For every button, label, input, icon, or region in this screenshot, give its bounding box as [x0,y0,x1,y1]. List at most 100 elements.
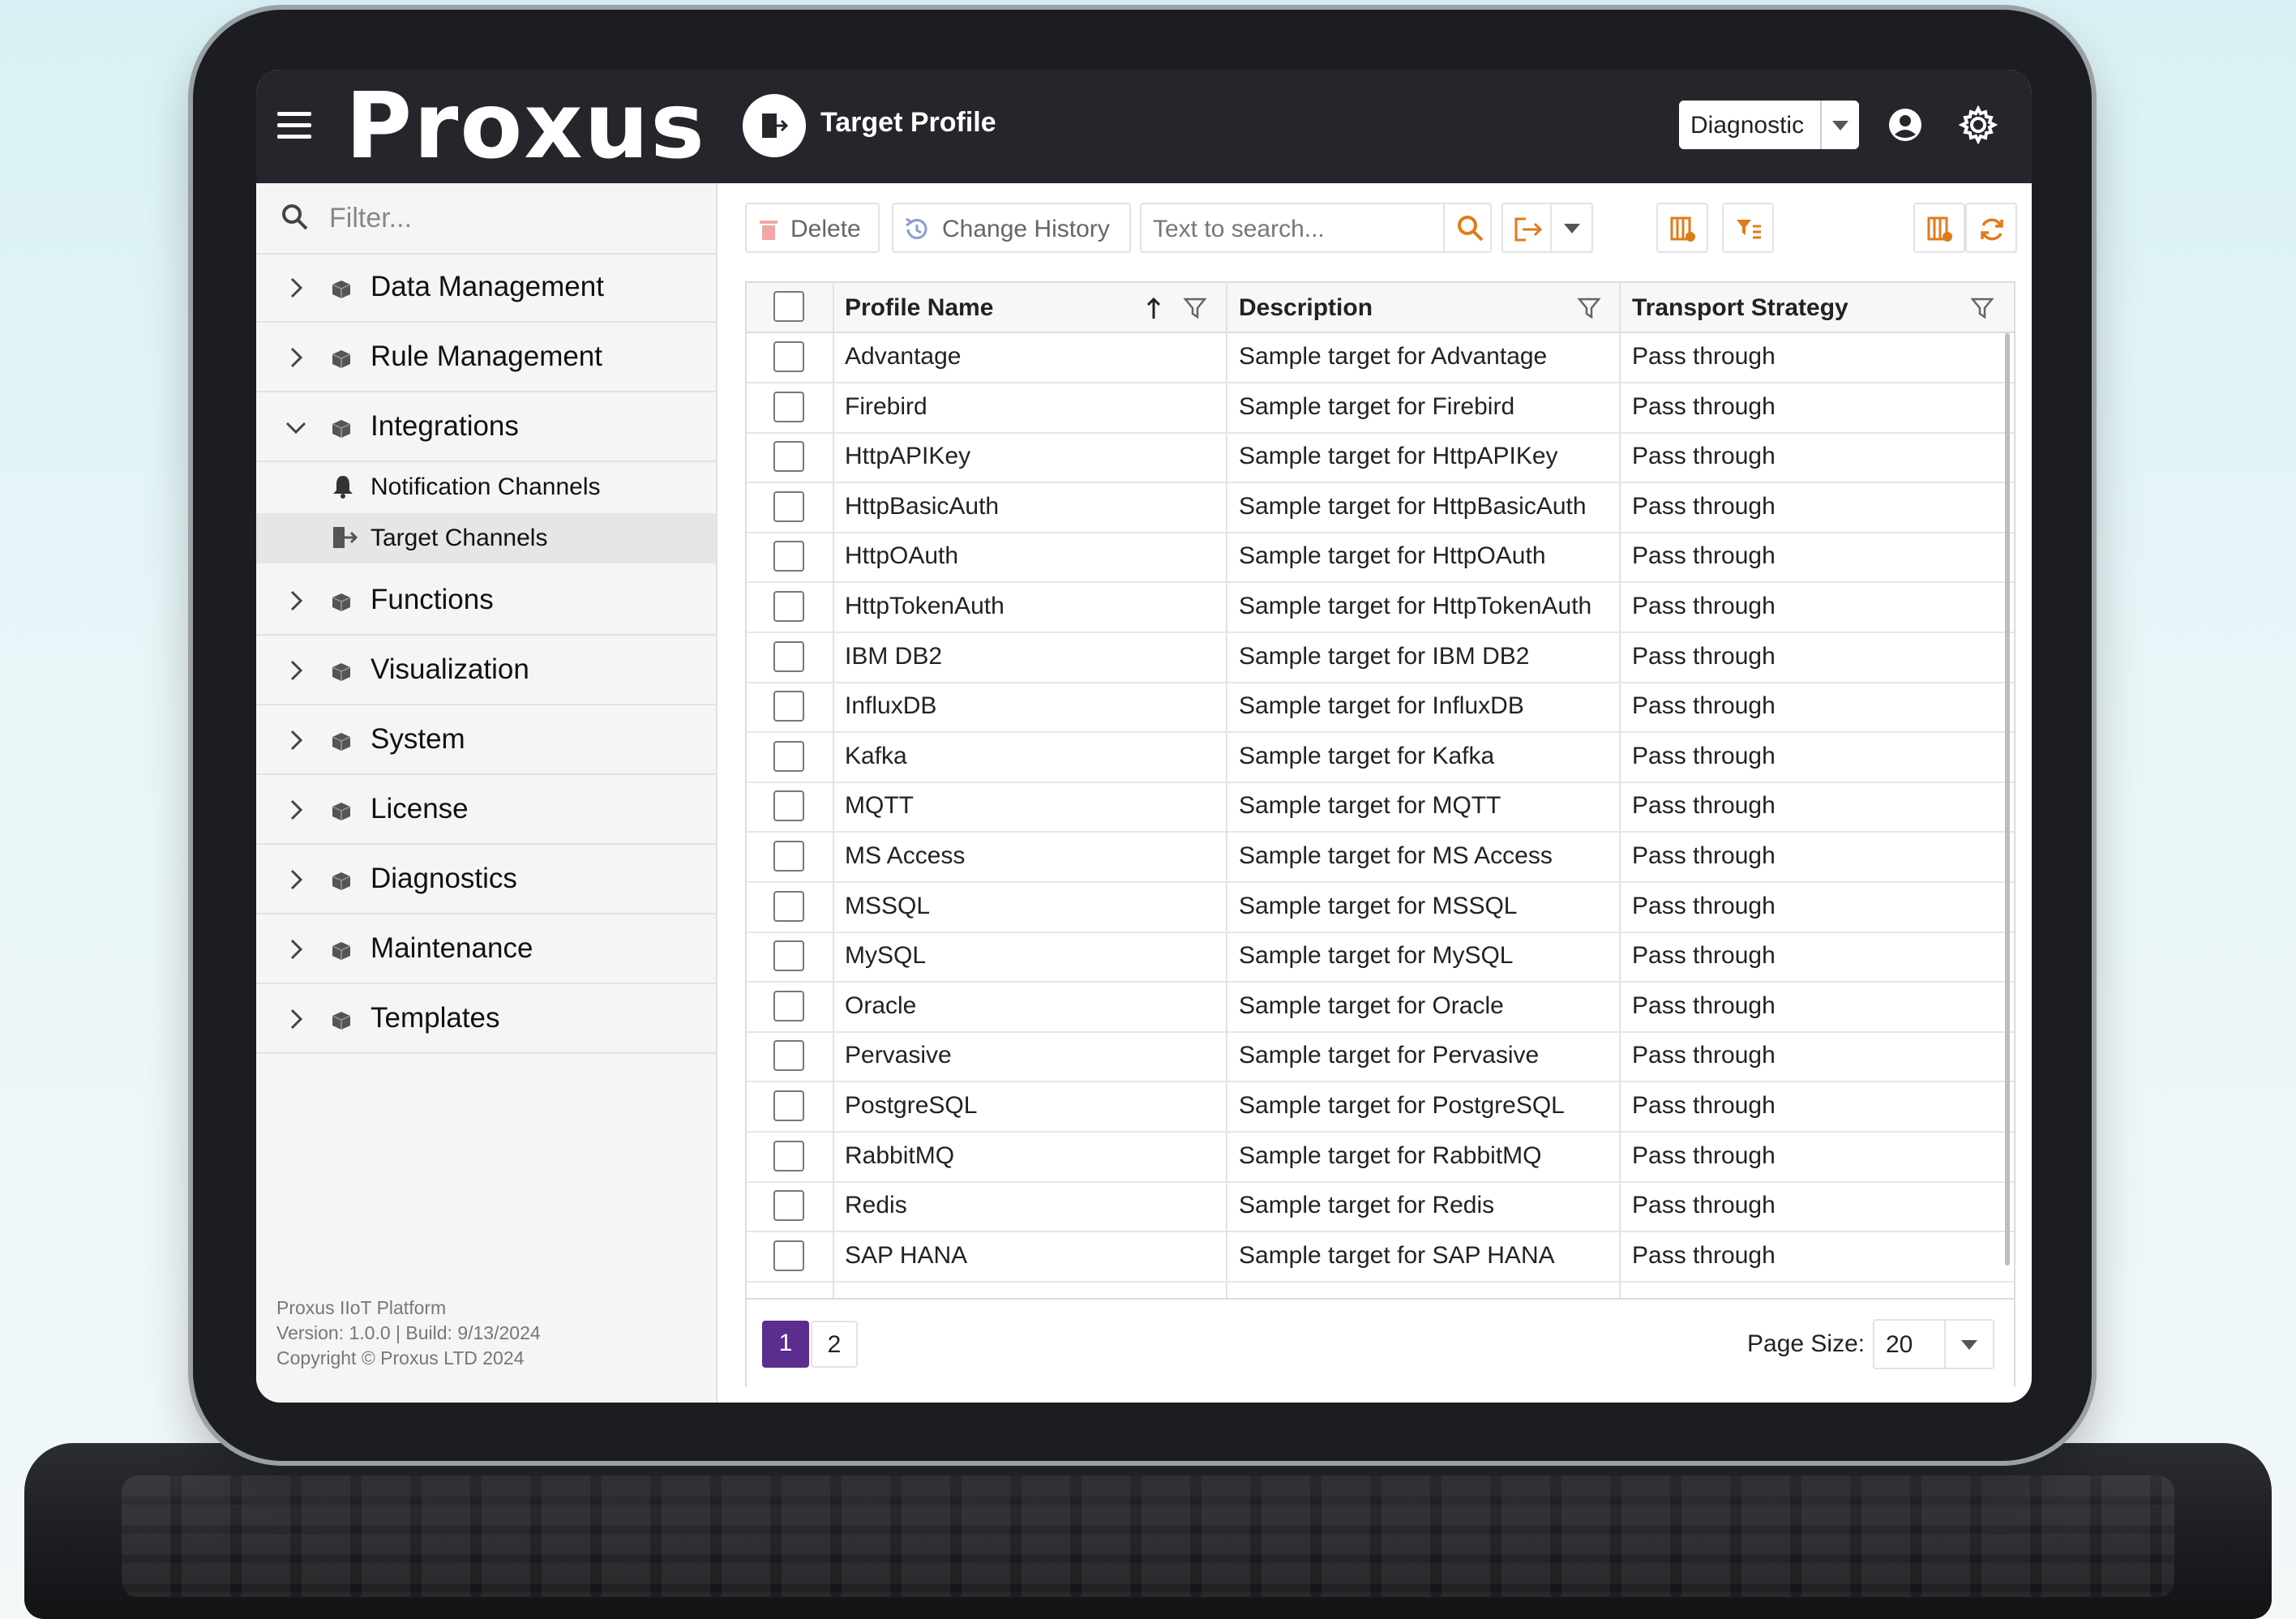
cell-transport-strategy: Pass through [1632,642,1776,670]
row-checkbox[interactable] [773,1190,804,1222]
table-row[interactable]: MySQL Sample target for MySQL Pass through [747,932,2014,983]
row-checkbox[interactable] [773,441,804,473]
gear-icon[interactable] [1958,105,1998,148]
sidebar-item-data-management[interactable]: Data Management [256,253,716,323]
row-checkbox[interactable] [773,940,804,972]
cube-icon [331,662,352,687]
sidebar-subitem-label: Notification Channels [371,473,601,500]
row-checkbox[interactable] [773,640,804,672]
sidebar-item-license[interactable]: License [256,775,716,845]
hamburger-menu-icon[interactable] [277,112,311,141]
table-row[interactable]: HttpAPIKey Sample target for HttpAPIKey Pa… [747,433,2014,484]
table-row[interactable]: InfluxDB Sample target for InfluxDB Pass t… [747,683,2014,734]
page-button-2[interactable]: 2 [811,1321,858,1368]
sidebar-item-rule-management[interactable]: Rule Management [256,323,716,392]
sidebar-item-diagnostics[interactable]: Diagnostics [256,845,716,914]
sidebar-item-integrations[interactable]: Integrations [256,392,716,462]
page-size-value: 20 [1886,1331,1913,1358]
search-divider [1443,204,1445,251]
table-row[interactable]: PostgreSQL Sample target for PostgreSQL Pa… [747,1082,2014,1133]
search-input[interactable]: Text to search... [1140,203,1492,253]
chevron-right-icon[interactable] [284,589,308,617]
sort-ascending-icon[interactable] [1146,296,1162,320]
cell-description: Sample target for Oracle [1239,992,1504,1019]
export-button[interactable] [1501,203,1593,253]
chevron-right-icon[interactable] [284,867,308,896]
cell-description: Sample target for Redis [1239,1192,1495,1219]
table-row[interactable]: MSSQL Sample target for MSSQL Pass through [747,883,2014,933]
row-checkbox[interactable] [773,990,804,1022]
chevron-down-icon[interactable] [1564,224,1580,233]
cell-profile-name: Redis [845,1192,907,1219]
row-checkbox[interactable] [773,1040,804,1072]
history-icon [906,217,927,239]
column-header-profile-name[interactable]: Profile Name [845,294,993,322]
chevron-right-icon[interactable] [284,937,308,966]
cell-profile-name: PostgreSQL [845,1092,978,1119]
select-all-checkbox[interactable] [773,291,804,322]
column-header-transport-strategy[interactable]: Transport Strategy [1632,294,1848,322]
filter-builder-button[interactable] [1722,203,1774,253]
column-header-description[interactable]: Description [1239,294,1373,322]
mode-select[interactable]: Diagnostic [1679,101,1859,149]
row-checkbox[interactable] [773,541,804,572]
row-checkbox[interactable] [773,691,804,722]
search-icon[interactable] [1456,214,1485,243]
chevron-right-icon[interactable] [284,798,308,826]
table-row[interactable]: Advantage Sample target for Advantage Pass… [747,333,2014,383]
filter-icon[interactable] [1577,296,1601,320]
row-checkbox[interactable] [773,391,804,422]
row-checkbox[interactable] [773,490,804,522]
row-checkbox[interactable] [773,1140,804,1171]
row-checkbox[interactable] [773,890,804,922]
column-chooser-button[interactable] [1913,203,1965,253]
chevron-right-icon[interactable] [284,1007,308,1035]
sidebar-item-visualization[interactable]: Visualization [256,636,716,705]
table-row[interactable]: MS Access Sample target for MS Access Pass… [747,833,2014,883]
chevron-right-icon[interactable] [284,658,308,687]
table-row[interactable]: Redis Sample target for Redis Pass through [747,1182,2014,1233]
row-checkbox[interactable] [773,341,804,372]
chevron-right-icon[interactable] [284,345,308,374]
sidebar-item-functions[interactable]: Functions [256,566,716,636]
refresh-button[interactable] [1965,203,2017,253]
page-button-1[interactable]: 1 [762,1321,809,1368]
grid-scrollbar[interactable] [2005,333,2010,1266]
row-checkbox[interactable] [773,591,804,622]
user-icon[interactable] [1887,107,1923,147]
row-checkbox[interactable] [773,1240,804,1271]
row-checkbox[interactable] [773,841,804,872]
sidebar-item-templates[interactable]: Templates [256,984,716,1054]
row-checkbox[interactable] [773,1090,804,1121]
delete-button[interactable]: Delete [745,203,880,253]
page-size-select[interactable]: 20 [1873,1319,1994,1369]
row-checkbox[interactable] [773,790,804,822]
sidebar-subitem-target-channels[interactable]: Target Channels [256,513,716,563]
table-row[interactable]: HttpOAuth Sample target for HttpOAuth Pass… [747,533,2014,584]
chevron-down-icon[interactable] [284,415,308,443]
table-row[interactable]: Pervasive Sample target for Pervasive Pass… [747,1032,2014,1083]
column-chooser-button[interactable] [1656,203,1708,253]
table-row[interactable]: IBM DB2 Sample target for IBM DB2 Pass thr… [747,633,2014,683]
cell-profile-name: HttpOAuth [845,542,959,570]
table-row[interactable]: HttpBasicAuth Sample target for HttpBasic… [747,483,2014,533]
change-history-button[interactable]: Change History [892,203,1131,253]
sidebar-item-system[interactable]: System [256,705,716,775]
row-checkbox[interactable] [773,740,804,772]
cell-profile-name: MQTT [845,792,914,820]
filter-icon[interactable] [1183,296,1207,320]
table-row[interactable]: Oracle Sample target for Oracle Pass throu… [747,983,2014,1033]
sidebar-item-maintenance[interactable]: Maintenance [256,914,716,984]
chevron-right-icon[interactable] [284,276,308,304]
chevron-right-icon[interactable] [284,728,308,756]
cell-description: Sample target for SAP HANA [1239,1241,1555,1269]
table-row[interactable]: HttpTokenAuth Sample target for HttpToken… [747,583,2014,633]
table-row[interactable]: MQTT Sample target for MQTT Pass through [747,782,2014,833]
filter-icon[interactable] [1970,296,1994,320]
sidebar-filter[interactable]: Filter... [256,183,716,255]
table-row[interactable]: Firebird Sample target for Firebird Pass t… [747,383,2014,434]
table-row[interactable]: RabbitMQ Sample target for RabbitMQ Pass t… [747,1133,2014,1183]
sidebar-subitem-notification-channels[interactable]: Notification Channels [256,462,716,512]
table-row[interactable]: SAP HANA Sample target for SAP HANA Pass t… [747,1232,2014,1283]
table-row[interactable]: Kafka Sample target for Kafka Pass through [747,733,2014,783]
